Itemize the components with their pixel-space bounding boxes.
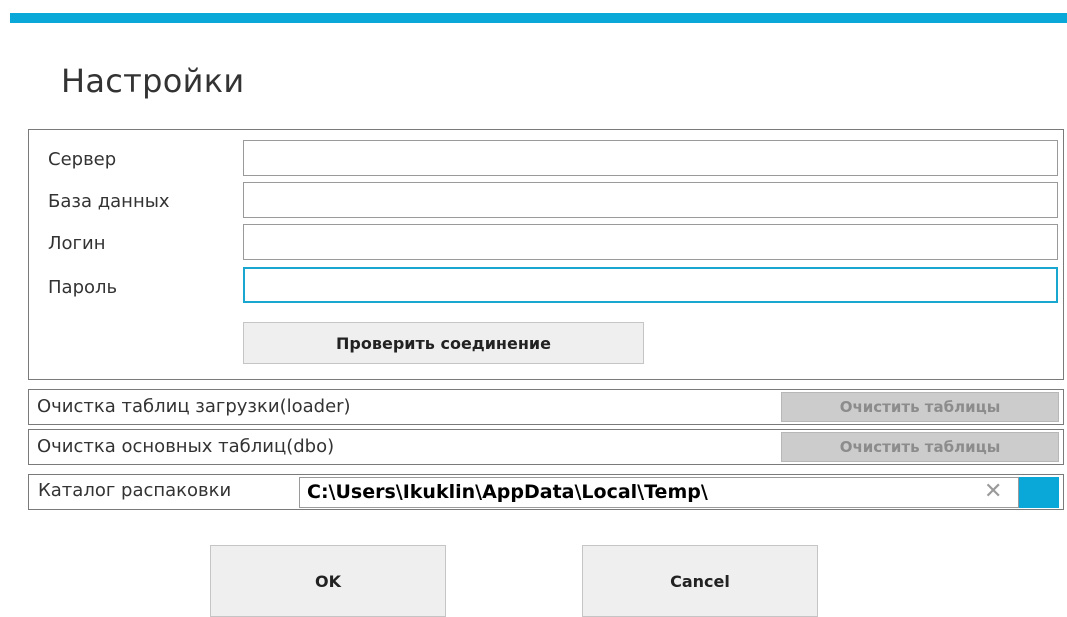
- accent-bar: [10, 13, 1067, 23]
- loader-cleanup-label: Очистка таблиц загрузки(loader): [37, 396, 351, 417]
- unpack-directory-value: C:\Users\Ikuklin\AppData\Local\Temp\: [307, 481, 708, 503]
- unpack-directory-label: Каталог распаковки: [38, 480, 232, 501]
- check-connection-button[interactable]: Проверить соединение: [243, 322, 644, 364]
- clear-dbo-tables-button[interactable]: Очистить таблицы: [781, 432, 1059, 462]
- unpack-directory-row: Каталог распаковки C:\Users\Ikuklin\AppD…: [28, 474, 1064, 510]
- login-label: Логин: [48, 233, 106, 254]
- clear-loader-tables-button[interactable]: Очистить таблицы: [781, 392, 1059, 422]
- database-label: База данных: [48, 191, 170, 212]
- password-input[interactable]: [243, 267, 1058, 303]
- close-icon[interactable]: ✕: [984, 480, 1002, 504]
- loader-cleanup-row: Очистка таблиц загрузки(loader) Очистить…: [28, 389, 1064, 425]
- ok-button[interactable]: OK: [210, 545, 446, 617]
- server-input[interactable]: [243, 140, 1058, 176]
- database-input[interactable]: [243, 182, 1058, 218]
- server-label: Сервер: [48, 149, 117, 170]
- connection-group: Сервер База данных Логин Пароль Проверит…: [28, 129, 1064, 380]
- cancel-button[interactable]: Cancel: [582, 545, 818, 617]
- page-title: Настройки: [61, 62, 245, 100]
- login-input[interactable]: [243, 224, 1058, 260]
- dbo-cleanup-row: Очистка основных таблиц(dbo) Очистить та…: [28, 429, 1064, 465]
- password-label: Пароль: [48, 277, 118, 298]
- browse-icon[interactable]: [1019, 477, 1059, 508]
- dbo-cleanup-label: Очистка основных таблиц(dbo): [37, 436, 335, 457]
- unpack-directory-input[interactable]: C:\Users\Ikuklin\AppData\Local\Temp\ ✕: [299, 477, 1019, 508]
